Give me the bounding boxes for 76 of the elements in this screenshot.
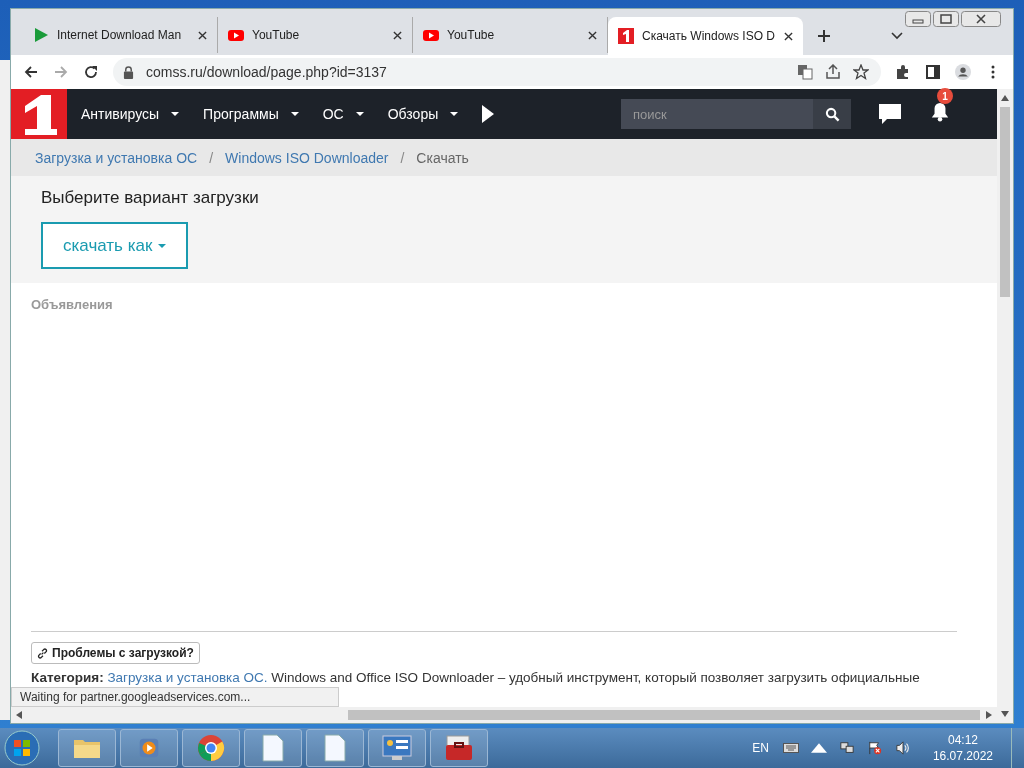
ads-label: Объявления bbox=[31, 297, 114, 312]
scroll-down-icon[interactable] bbox=[1001, 711, 1009, 717]
horizontal-scrollbar[interactable] bbox=[11, 707, 997, 723]
back-icon[interactable] bbox=[23, 64, 39, 80]
lock-icon bbox=[123, 65, 134, 79]
nav-menu[interactable]: Программы bbox=[203, 106, 299, 122]
browser-tab[interactable]: Скачать Windows ISO D bbox=[608, 17, 803, 55]
close-icon[interactable] bbox=[961, 11, 1001, 27]
share-icon[interactable] bbox=[825, 64, 841, 80]
chevron-down-icon[interactable] bbox=[891, 32, 903, 40]
keyboard-icon[interactable] bbox=[782, 741, 799, 755]
section-heading: Выберите вариант загрузки bbox=[41, 188, 259, 208]
address-bar[interactable]: comss.ru/download/page.php?id=3137 bbox=[113, 58, 881, 86]
network-icon[interactable] bbox=[838, 741, 855, 755]
close-icon[interactable] bbox=[784, 31, 793, 41]
browser-tab[interactable]: YouTube bbox=[218, 17, 413, 53]
play-icon[interactable] bbox=[482, 105, 495, 123]
scroll-up-icon[interactable] bbox=[1001, 95, 1009, 101]
nav-menu[interactable]: ОС bbox=[322, 106, 364, 122]
new-tab-icon[interactable] bbox=[817, 29, 831, 43]
caret-icon bbox=[355, 112, 364, 116]
breadcrumb-item[interactable]: Загрузка и установка ОС bbox=[35, 149, 198, 166]
browser-tab[interactable]: Internet Download Man bbox=[23, 17, 218, 53]
toolbox-icon bbox=[444, 735, 474, 761]
document-icon bbox=[324, 734, 346, 762]
site-logo[interactable] bbox=[11, 89, 67, 139]
clock-time[interactable]: 04:12 bbox=[947, 732, 978, 748]
search-icon bbox=[824, 106, 840, 122]
breadcrumb-item[interactable]: Windows ISO Downloader bbox=[225, 149, 389, 166]
clock-date[interactable]: 16.07.2022 bbox=[932, 748, 993, 764]
maximize-icon[interactable] bbox=[933, 11, 959, 27]
vertical-scrollbar[interactable] bbox=[997, 89, 1013, 723]
reload-icon[interactable] bbox=[83, 64, 99, 80]
breadcrumb-item: Скачать bbox=[416, 149, 469, 166]
caret-icon bbox=[290, 112, 299, 116]
close-icon[interactable] bbox=[393, 30, 402, 40]
start-button[interactable] bbox=[4, 730, 40, 766]
chat-icon[interactable] bbox=[879, 104, 901, 124]
caret-icon bbox=[158, 243, 167, 248]
document-icon bbox=[262, 734, 284, 762]
caret-icon bbox=[171, 112, 180, 116]
search-field[interactable]: поиск bbox=[621, 99, 813, 129]
scroll-left-icon[interactable] bbox=[16, 711, 22, 719]
close-icon[interactable] bbox=[588, 30, 597, 40]
chrome-icon bbox=[197, 734, 225, 762]
side-panel-icon[interactable] bbox=[925, 64, 941, 80]
category-label: Категория: bbox=[31, 670, 104, 685]
breadcrumb-separator: / bbox=[400, 149, 405, 166]
star-icon[interactable] bbox=[853, 64, 869, 80]
control-panel-icon bbox=[382, 735, 412, 761]
category-link[interactable]: Загрузка и установка ОС. bbox=[107, 670, 268, 685]
flag-warning-icon[interactable] bbox=[866, 741, 883, 755]
scrollbar-thumb[interactable] bbox=[1000, 107, 1010, 297]
volume-icon[interactable] bbox=[894, 741, 911, 755]
search-button[interactable] bbox=[813, 99, 851, 129]
video-play-icon bbox=[423, 27, 439, 43]
play-icon bbox=[33, 27, 49, 43]
puzzle-icon[interactable] bbox=[895, 64, 911, 80]
close-icon[interactable] bbox=[198, 30, 207, 40]
status-bubble: Waiting for partner.googleadservices.com... bbox=[11, 687, 339, 707]
nav-menu[interactable]: Антивирусы bbox=[81, 106, 180, 122]
problems-button[interactable]: Проблемы с загрузкой? bbox=[31, 642, 200, 664]
nav-menu[interactable]: Обзоры bbox=[387, 106, 459, 122]
video-play-icon bbox=[228, 27, 244, 43]
minimize-icon[interactable] bbox=[905, 11, 931, 27]
caret-icon bbox=[450, 112, 459, 116]
chevron-up-icon[interactable] bbox=[810, 741, 827, 755]
notification-badge: 1 bbox=[937, 88, 953, 104]
language-indicator[interactable]: EN bbox=[752, 741, 769, 755]
link-icon bbox=[37, 647, 48, 659]
scroll-right-icon[interactable] bbox=[986, 711, 992, 719]
site-logo-icon bbox=[618, 28, 634, 44]
description-text: Windows and Office ISO Downloader – удобный инструмент, который позволяет загрузить официальные bbox=[271, 670, 920, 685]
breadcrumb-separator: / bbox=[209, 149, 214, 166]
taskbar-button[interactable] bbox=[430, 729, 488, 767]
avatar-icon[interactable] bbox=[955, 64, 971, 80]
